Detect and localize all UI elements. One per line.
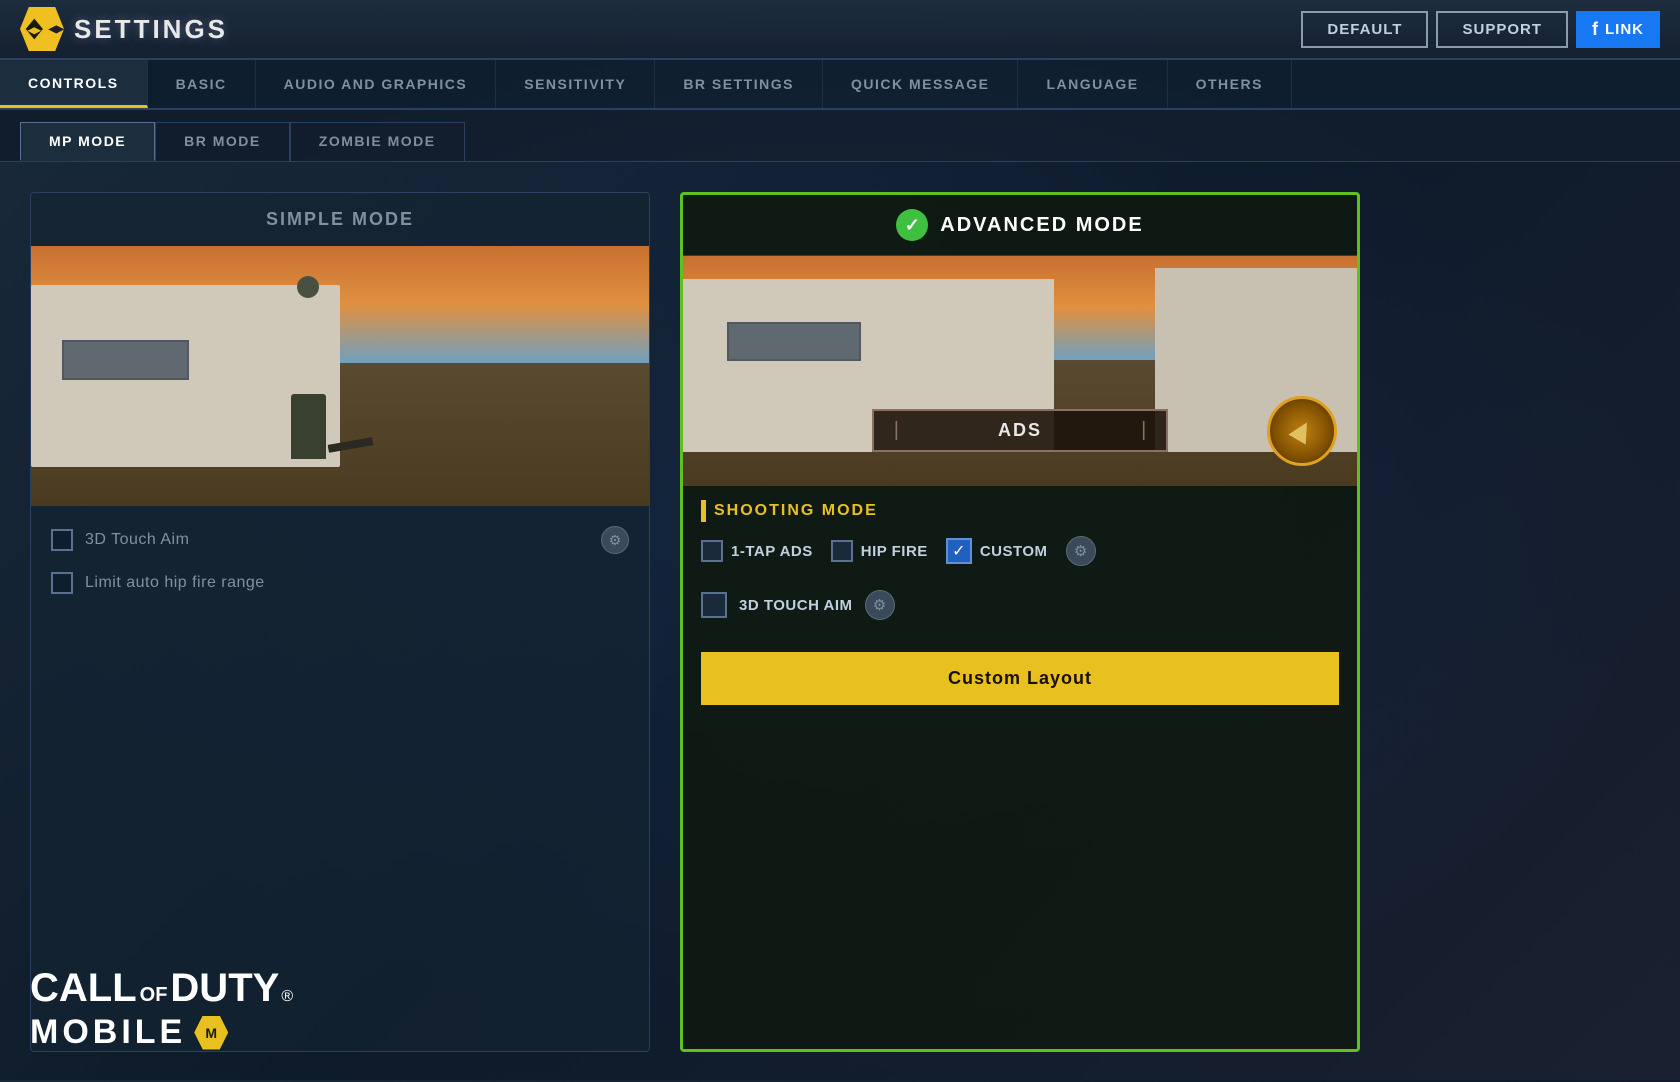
sub-tab-mp-mode[interactable]: MP MODE xyxy=(20,122,155,161)
adv-touch-aim-settings-icon[interactable]: ⚙ xyxy=(865,590,895,620)
hip-fire-limit-label: Limit auto hip fire range xyxy=(85,574,265,592)
adv-touch-aim-row: 3D Touch Aim ⚙ xyxy=(701,590,1339,620)
advanced-mode-title: ADVANCED MODE xyxy=(940,214,1143,237)
tab-audio-graphics[interactable]: AUDIO AND GRAPHICS xyxy=(256,60,497,108)
facebook-link-button[interactable]: f LINK xyxy=(1576,11,1660,48)
hip-fire-option-row: Limit auto hip fire range xyxy=(51,572,629,594)
fire-button-inner xyxy=(1288,417,1315,444)
shooting-mode-settings-icon[interactable]: ⚙ xyxy=(1066,536,1096,566)
hip-fire-label: HIP FIRE xyxy=(861,543,928,560)
top-tabs-bar: CONTROLS BASIC AUDIO AND GRAPHICS SENSIT… xyxy=(0,60,1680,110)
custom-label: CUSTOM xyxy=(980,543,1048,560)
touch-aim-settings-icon[interactable]: ⚙ xyxy=(601,526,629,554)
simple-mode-card: SIMPLE MODE 3D Touch Aim ⚙ Limit auto hi… xyxy=(30,192,650,1052)
custom-checkbox[interactable]: ✓ xyxy=(946,538,972,564)
simple-mode-title: SIMPLE MODE xyxy=(31,193,649,246)
sub-tab-br-mode[interactable]: BR MODE xyxy=(155,122,290,161)
advanced-mode-card: ✓ ADVANCED MODE | ADS | SHOOTING xyxy=(680,192,1360,1052)
touch-aim-option-row: 3D Touch Aim ⚙ xyxy=(51,526,629,554)
advanced-options: 3D Touch Aim ⚙ xyxy=(683,580,1357,652)
tab-basic[interactable]: BASIC xyxy=(148,60,256,108)
option-custom: ✓ CUSTOM xyxy=(946,538,1048,564)
link-btn-label: LINK xyxy=(1605,21,1644,38)
adv-touch-aim-checkbox[interactable] xyxy=(701,592,727,618)
shooting-section: SHOOTING MODE 1-tap ADS HIP FIRE ✓ CUSTO… xyxy=(683,486,1357,580)
facebook-icon: f xyxy=(1592,19,1599,40)
svg-text:◀▶: ◀▶ xyxy=(27,25,43,35)
header: ◀▶ SETTINGS DEFAULT SUPPORT f LINK xyxy=(0,0,1680,60)
header-title: SETTINGS xyxy=(74,14,228,45)
of-text: OF xyxy=(140,984,168,1007)
advanced-mode-screenshot: | ADS | xyxy=(683,256,1357,486)
advanced-mode-header: ✓ ADVANCED MODE xyxy=(683,195,1357,256)
character-body xyxy=(291,394,326,459)
content-area: SIMPLE MODE 3D Touch Aim ⚙ Limit auto hi… xyxy=(0,162,1680,1082)
custom-layout-button[interactable]: Custom Layout xyxy=(701,652,1339,705)
registered-icon: ® xyxy=(281,988,293,1006)
shooting-mode-title: SHOOTING MODE xyxy=(714,502,878,520)
1tap-ads-checkbox[interactable] xyxy=(701,540,723,562)
codm-logo-line1: CALL OF DUTY ® xyxy=(30,966,293,1011)
header-actions: DEFAULT SUPPORT f LINK xyxy=(1301,11,1660,48)
tab-quick-message[interactable]: QUICK MESSAGE xyxy=(823,60,1019,108)
ads-label: ADS xyxy=(899,420,1141,441)
option-1tap-ads: 1-tap ADS xyxy=(701,540,813,562)
touch-aim-checkbox[interactable] xyxy=(51,529,73,551)
shooting-mode-label: SHOOTING MODE xyxy=(701,500,1339,522)
logo-icon: ◀▶ xyxy=(20,7,64,51)
codm-logo: CALL OF DUTY ® MOBILE xyxy=(30,966,293,1052)
tab-br-settings[interactable]: BR SETTINGS xyxy=(655,60,823,108)
hip-fire-checkbox[interactable] xyxy=(831,540,853,562)
duty-text: DUTY xyxy=(170,966,279,1011)
call-text: CALL xyxy=(30,966,137,1011)
codm-mobile-row: MOBILE xyxy=(30,1013,293,1052)
ads-banner: | ADS | xyxy=(872,409,1169,452)
codm-hex-icon xyxy=(194,1016,228,1050)
support-button[interactable]: SUPPORT xyxy=(1436,11,1568,48)
tab-controls[interactable]: CONTROLS xyxy=(0,60,148,108)
option-hip-fire: HIP FIRE xyxy=(831,540,928,562)
tab-others[interactable]: OTHERS xyxy=(1168,60,1292,108)
hip-fire-limit-checkbox[interactable] xyxy=(51,572,73,594)
simple-mode-screenshot xyxy=(31,246,649,506)
1tap-ads-label: 1-tap ADS xyxy=(731,543,813,560)
touch-aim-label: 3D Touch Aim xyxy=(85,531,189,549)
advanced-mode-check-icon: ✓ xyxy=(896,209,928,241)
character-head xyxy=(297,276,319,298)
yellow-bar-icon xyxy=(701,500,706,522)
logo-area: ◀▶ SETTINGS xyxy=(20,7,228,51)
mobile-text: MOBILE xyxy=(30,1013,186,1052)
default-button[interactable]: DEFAULT xyxy=(1301,11,1428,48)
tab-sensitivity[interactable]: SENSITIVITY xyxy=(496,60,655,108)
sub-tab-zombie-mode[interactable]: ZOMBIE MODE xyxy=(290,122,465,161)
tab-language[interactable]: LANGUAGE xyxy=(1018,60,1167,108)
shooting-options: 1-tap ADS HIP FIRE ✓ CUSTOM ⚙ xyxy=(701,536,1339,566)
fire-button-circle xyxy=(1267,396,1337,466)
sub-tabs-bar: MP MODE BR MODE ZOMBIE MODE xyxy=(0,110,1680,162)
adv-touch-aim-label: 3D Touch Aim xyxy=(739,597,853,614)
